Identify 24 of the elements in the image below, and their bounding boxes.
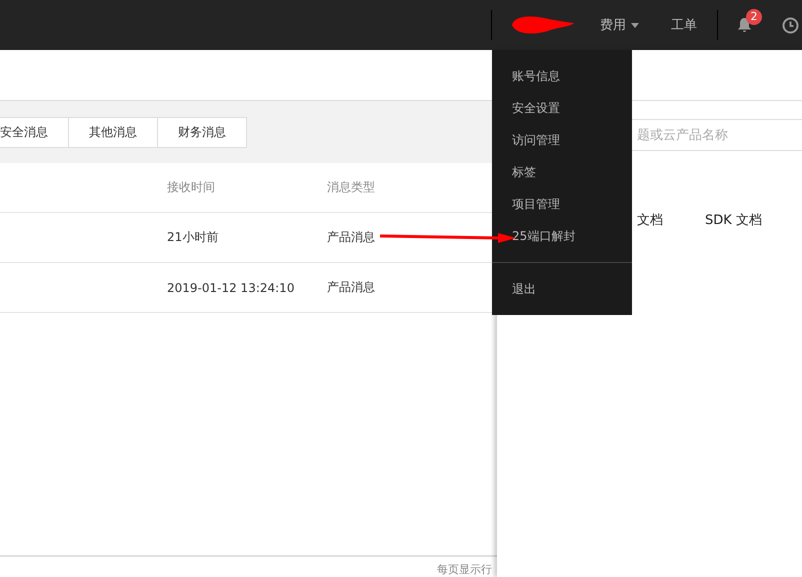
tab[interactable]: 其他消息 [68,116,158,148]
clock-icon[interactable] [782,16,799,34]
menu-item[interactable]: 账号信息 [492,60,632,92]
table-cell: 产品消息 [327,229,375,246]
nav-link[interactable]: 费用 [600,16,639,34]
column-header: 消息类型 [327,179,375,196]
nav-link[interactable]: 工单 [671,16,697,34]
menu-item[interactable]: 标签 [492,156,632,188]
doc-link[interactable]: 文档 [637,211,663,229]
menu-item[interactable]: 25端口解封 [492,220,632,252]
notification-badge: 2 [746,9,762,25]
tab[interactable]: 安全消息 [0,116,69,148]
table-cell: 产品消息 [327,279,375,296]
table-cell: 21小时前 [167,229,218,246]
logout-menu-item[interactable]: 退出 [492,273,632,305]
menu-item[interactable]: 项目管理 [492,188,632,220]
doc-link[interactable]: SDK 文档 [705,211,762,229]
column-header: 接收时间 [167,179,215,196]
menu-item[interactable]: 安全设置 [492,92,632,124]
menu-item[interactable]: 访问管理 [492,124,632,156]
table-cell: 2019-01-12 13:24:10 [167,280,294,294]
tab[interactable]: 财务消息 [157,116,247,148]
page-size-label: 每页显示行 [437,562,492,577]
bell-icon[interactable] [737,17,752,33]
